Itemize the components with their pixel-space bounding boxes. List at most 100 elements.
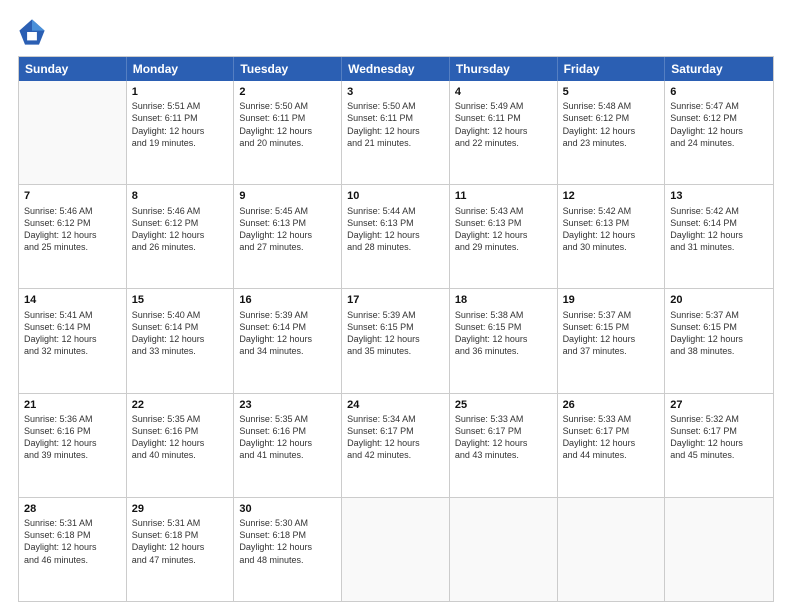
calendar-cell — [450, 498, 558, 601]
calendar-cell: 6Sunrise: 5:47 AM Sunset: 6:12 PM Daylig… — [665, 81, 773, 184]
day-info: Sunrise: 5:44 AM Sunset: 6:13 PM Dayligh… — [347, 205, 444, 254]
calendar-cell: 23Sunrise: 5:35 AM Sunset: 6:16 PM Dayli… — [234, 394, 342, 497]
calendar-row-3: 21Sunrise: 5:36 AM Sunset: 6:16 PM Dayli… — [19, 393, 773, 497]
day-info: Sunrise: 5:32 AM Sunset: 6:17 PM Dayligh… — [670, 413, 768, 462]
day-info: Sunrise: 5:40 AM Sunset: 6:14 PM Dayligh… — [132, 309, 229, 358]
header-wednesday: Wednesday — [342, 57, 450, 81]
calendar-row-0: 1Sunrise: 5:51 AM Sunset: 6:11 PM Daylig… — [19, 81, 773, 184]
day-number: 17 — [347, 293, 444, 307]
day-number: 1 — [132, 85, 229, 99]
calendar-cell — [558, 498, 666, 601]
day-info: Sunrise: 5:33 AM Sunset: 6:17 PM Dayligh… — [455, 413, 552, 462]
day-info: Sunrise: 5:48 AM Sunset: 6:12 PM Dayligh… — [563, 100, 660, 149]
calendar-body: 1Sunrise: 5:51 AM Sunset: 6:11 PM Daylig… — [19, 81, 773, 601]
header-tuesday: Tuesday — [234, 57, 342, 81]
day-info: Sunrise: 5:45 AM Sunset: 6:13 PM Dayligh… — [239, 205, 336, 254]
calendar-cell: 10 Sunrise: 5:44 AM Sunset: 6:13 PM Dayli… — [342, 185, 450, 288]
day-info: Sunrise: 5:42 AM Sunset: 6:13 PM Dayligh… — [563, 205, 660, 254]
day-info: Sunrise: 5:50 AM Sunset: 6:11 PM Dayligh… — [239, 100, 336, 149]
day-number: 18 — [455, 293, 552, 307]
calendar-header: Sunday Monday Tuesday Wednesday Thursday… — [19, 57, 773, 81]
calendar-cell: 27Sunrise: 5:32 AM Sunset: 6:17 PM Dayli… — [665, 394, 773, 497]
day-info: Sunrise: 5:41 AM Sunset: 6:14 PM Dayligh… — [24, 309, 121, 358]
day-info: Sunrise: 5:37 AM Sunset: 6:15 PM Dayligh… — [670, 309, 768, 358]
day-number: 24 — [347, 398, 444, 412]
day-number: 12 — [563, 189, 660, 203]
day-number: 6 — [670, 85, 768, 99]
calendar-cell: 3Sunrise: 5:50 AM Sunset: 6:11 PM Daylig… — [342, 81, 450, 184]
day-info: Sunrise: 5:31 AM Sunset: 6:18 PM Dayligh… — [24, 517, 121, 566]
day-number: 15 — [132, 293, 229, 307]
day-info: Sunrise: 5:51 AM Sunset: 6:11 PM Dayligh… — [132, 100, 229, 149]
day-info: Sunrise: 5:34 AM Sunset: 6:17 PM Dayligh… — [347, 413, 444, 462]
day-info: Sunrise: 5:37 AM Sunset: 6:15 PM Dayligh… — [563, 309, 660, 358]
day-number: 7 — [24, 189, 121, 203]
calendar-cell: 7 Sunrise: 5:46 AM Sunset: 6:12 PM Daylig… — [19, 185, 127, 288]
day-info: Sunrise: 5:42 AM Sunset: 6:14 PM Dayligh… — [670, 205, 768, 254]
day-info: Sunrise: 5:50 AM Sunset: 6:11 PM Dayligh… — [347, 100, 444, 149]
calendar-cell: 15 Sunrise: 5:40 AM Sunset: 6:14 PM Dayli… — [127, 289, 235, 392]
day-info: Sunrise: 5:39 AM Sunset: 6:14 PM Dayligh… — [239, 309, 336, 358]
calendar-cell: 24Sunrise: 5:34 AM Sunset: 6:17 PM Dayli… — [342, 394, 450, 497]
calendar-cell: 29Sunrise: 5:31 AM Sunset: 6:18 PM Dayli… — [127, 498, 235, 601]
calendar-cell: 25Sunrise: 5:33 AM Sunset: 6:17 PM Dayli… — [450, 394, 558, 497]
day-number: 10 — [347, 189, 444, 203]
calendar-cell: 13 Sunrise: 5:42 AM Sunset: 6:14 PM Dayli… — [665, 185, 773, 288]
header-monday: Monday — [127, 57, 235, 81]
calendar-cell: 9Sunrise: 5:45 AM Sunset: 6:13 PM Daylig… — [234, 185, 342, 288]
calendar-cell: 22Sunrise: 5:35 AM Sunset: 6:16 PM Dayli… — [127, 394, 235, 497]
day-number: 3 — [347, 85, 444, 99]
calendar-cell: 17 Sunrise: 5:39 AM Sunset: 6:15 PM Dayli… — [342, 289, 450, 392]
day-number: 21 — [24, 398, 121, 412]
calendar-cell: 11 Sunrise: 5:43 AM Sunset: 6:13 PM Dayli… — [450, 185, 558, 288]
calendar-cell — [665, 498, 773, 601]
day-number: 30 — [239, 502, 336, 516]
day-number: 16 — [239, 293, 336, 307]
page: Sunday Monday Tuesday Wednesday Thursday… — [0, 0, 792, 612]
header-thursday: Thursday — [450, 57, 558, 81]
day-number: 26 — [563, 398, 660, 412]
header-friday: Friday — [558, 57, 666, 81]
calendar-cell: 21Sunrise: 5:36 AM Sunset: 6:16 PM Dayli… — [19, 394, 127, 497]
calendar-cell: 30Sunrise: 5:30 AM Sunset: 6:18 PM Dayli… — [234, 498, 342, 601]
day-number: 5 — [563, 85, 660, 99]
calendar-cell: 8 Sunrise: 5:46 AM Sunset: 6:12 PM Daylig… — [127, 185, 235, 288]
day-number: 28 — [24, 502, 121, 516]
calendar-cell: 2Sunrise: 5:50 AM Sunset: 6:11 PM Daylig… — [234, 81, 342, 184]
day-info: Sunrise: 5:43 AM Sunset: 6:13 PM Dayligh… — [455, 205, 552, 254]
day-info: Sunrise: 5:49 AM Sunset: 6:11 PM Dayligh… — [455, 100, 552, 149]
day-info: Sunrise: 5:39 AM Sunset: 6:15 PM Dayligh… — [347, 309, 444, 358]
day-number: 14 — [24, 293, 121, 307]
calendar-cell: 18Sunrise: 5:38 AM Sunset: 6:15 PM Dayli… — [450, 289, 558, 392]
day-number: 22 — [132, 398, 229, 412]
calendar-cell — [342, 498, 450, 601]
day-number: 23 — [239, 398, 336, 412]
day-number: 11 — [455, 189, 552, 203]
day-number: 29 — [132, 502, 229, 516]
logo-icon — [18, 18, 46, 46]
day-number: 19 — [563, 293, 660, 307]
calendar-cell: 4Sunrise: 5:49 AM Sunset: 6:11 PM Daylig… — [450, 81, 558, 184]
day-number: 4 — [455, 85, 552, 99]
day-info: Sunrise: 5:31 AM Sunset: 6:18 PM Dayligh… — [132, 517, 229, 566]
calendar-cell: 5Sunrise: 5:48 AM Sunset: 6:12 PM Daylig… — [558, 81, 666, 184]
logo — [18, 18, 50, 46]
calendar-cell — [19, 81, 127, 184]
day-info: Sunrise: 5:35 AM Sunset: 6:16 PM Dayligh… — [239, 413, 336, 462]
day-info: Sunrise: 5:46 AM Sunset: 6:12 PM Dayligh… — [132, 205, 229, 254]
day-number: 13 — [670, 189, 768, 203]
calendar-row-1: 7 Sunrise: 5:46 AM Sunset: 6:12 PM Daylig… — [19, 184, 773, 288]
day-number: 8 — [132, 189, 229, 203]
day-number: 27 — [670, 398, 768, 412]
day-number: 20 — [670, 293, 768, 307]
header-sunday: Sunday — [19, 57, 127, 81]
calendar-cell: 12 Sunrise: 5:42 AM Sunset: 6:13 PM Dayli… — [558, 185, 666, 288]
calendar-cell: 14 Sunrise: 5:41 AM Sunset: 6:14 PM Dayli… — [19, 289, 127, 392]
calendar-row-2: 14 Sunrise: 5:41 AM Sunset: 6:14 PM Dayli… — [19, 288, 773, 392]
calendar-cell: 28Sunrise: 5:31 AM Sunset: 6:18 PM Dayli… — [19, 498, 127, 601]
day-number: 25 — [455, 398, 552, 412]
day-info: Sunrise: 5:46 AM Sunset: 6:12 PM Dayligh… — [24, 205, 121, 254]
calendar: Sunday Monday Tuesday Wednesday Thursday… — [18, 56, 774, 602]
day-info: Sunrise: 5:47 AM Sunset: 6:12 PM Dayligh… — [670, 100, 768, 149]
header-saturday: Saturday — [665, 57, 773, 81]
